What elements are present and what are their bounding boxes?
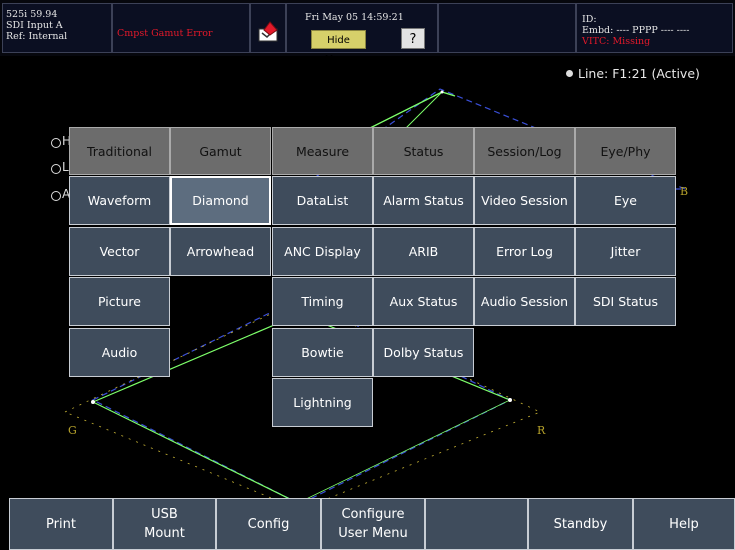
hide-menu-button[interactable]: Hide Menu	[311, 30, 366, 65]
print-button[interactable]: Print	[9, 498, 113, 550]
vitc-status: VITC: Missing	[582, 36, 651, 47]
radio-option-l[interactable]	[51, 164, 61, 174]
line-select-info: Line: F1:21 (Active)	[566, 66, 700, 81]
input-name: SDI Input A	[6, 20, 63, 31]
menu-item-dolby-status[interactable]: Dolby Status	[373, 327, 474, 377]
menu-header-measure[interactable]: Measure	[272, 127, 373, 175]
embedded-audio-status: Embd: ---- PPPP ---- ----	[582, 25, 690, 36]
menu-item-vector[interactable]: Vector	[69, 226, 170, 276]
id-label: ID:	[582, 14, 597, 25]
usb-mount-button[interactable]: USB Mount	[113, 498, 216, 550]
menu-item-aux-status[interactable]: Aux Status	[373, 277, 474, 326]
menu-item-sdi-status[interactable]: SDI Status	[575, 277, 676, 326]
blank-softkey-button[interactable]	[425, 498, 528, 550]
menu-header-session-log[interactable]: Session/Log	[474, 127, 575, 175]
status-bar: 525i 59.94 SDI Input A Ref: Internal Cmp…	[0, 0, 735, 65]
radio-option-h[interactable]	[51, 138, 61, 148]
menu-item-audio[interactable]: Audio	[69, 327, 170, 377]
menu-item-eye[interactable]: Eye	[575, 176, 676, 225]
video-format: 525i 59.94	[6, 9, 58, 20]
bullet-icon	[566, 70, 573, 77]
print-label: Print	[46, 516, 76, 532]
menu-item-picture[interactable]: Picture	[69, 277, 170, 326]
reference-status: Ref: Internal	[6, 31, 68, 42]
radio-label-l: L	[62, 160, 69, 174]
standby-button[interactable]: Standby	[528, 498, 633, 550]
menu-item-diamond[interactable]: Diamond	[170, 176, 271, 225]
menu-item-timing[interactable]: Timing	[272, 277, 373, 326]
menu-item-jitter[interactable]: Jitter	[575, 226, 676, 276]
date-time: Fri May 05 14:59:21	[305, 12, 404, 23]
radio-option-a[interactable]	[51, 191, 61, 201]
menu-header-gamut[interactable]: Gamut	[170, 127, 271, 175]
menu-header-status[interactable]: Status	[373, 127, 474, 175]
menu-item-arib[interactable]: ARIB	[373, 226, 474, 276]
alarm-warning-icon	[258, 21, 278, 42]
input-status-cell: 525i 59.94 SDI Input A Ref: Internal	[2, 3, 112, 53]
configure-user-menu-button[interactable]: Configure User Menu	[321, 498, 425, 550]
usb-mount-label-line1: USB	[151, 507, 178, 522]
line-info-text: Line: F1:21 (Active)	[578, 66, 700, 81]
id-cell: ID: Embd: ---- PPPP ---- ---- VITC: Miss…	[576, 3, 733, 53]
config-button[interactable]: Config	[216, 498, 321, 550]
help-button[interactable]: Help	[633, 498, 735, 550]
usb-mount-label-line2: Mount	[144, 526, 185, 541]
menu-item-lightning[interactable]: Lightning	[272, 378, 373, 427]
error-message: Cmpst Gamut Error	[117, 28, 213, 39]
menu-item-audio-session[interactable]: Audio Session	[474, 277, 575, 326]
standby-label: Standby	[553, 516, 608, 532]
menu-item-video-session[interactable]: Video Session	[474, 176, 575, 225]
menu-item-arrowhead[interactable]: Arrowhead	[170, 226, 271, 276]
menu-item-datalist[interactable]: DataList	[272, 176, 373, 225]
configure-label-line1: Configure	[341, 507, 405, 522]
status-empty-cell	[438, 3, 576, 53]
axis-label-r: R	[537, 424, 546, 437]
menu-item-waveform[interactable]: Waveform	[69, 176, 170, 225]
help-question-button[interactable]: ?	[401, 28, 425, 49]
menu-item-anc-display[interactable]: ANC Display	[272, 226, 373, 276]
error-cell: Cmpst Gamut Error	[112, 3, 250, 53]
menu-header-eye-phy[interactable]: Eye/Phy	[575, 127, 676, 175]
menu-item-bowtie[interactable]: Bowtie	[272, 327, 373, 377]
configure-label-line2: User Menu	[338, 526, 408, 541]
config-label: Config	[247, 516, 290, 532]
alarm-cell	[250, 3, 286, 53]
help-label: Help	[669, 516, 699, 532]
menu-item-error-log[interactable]: Error Log	[474, 226, 575, 276]
axis-label-b: B	[680, 185, 689, 198]
menu-item-alarm-status[interactable]: Alarm Status	[373, 176, 474, 225]
axis-label-g: G	[68, 424, 77, 437]
menu-header-traditional[interactable]: Traditional	[69, 127, 170, 175]
bottom-button-bar: Print USB Mount Config Configure User Me…	[0, 498, 735, 550]
